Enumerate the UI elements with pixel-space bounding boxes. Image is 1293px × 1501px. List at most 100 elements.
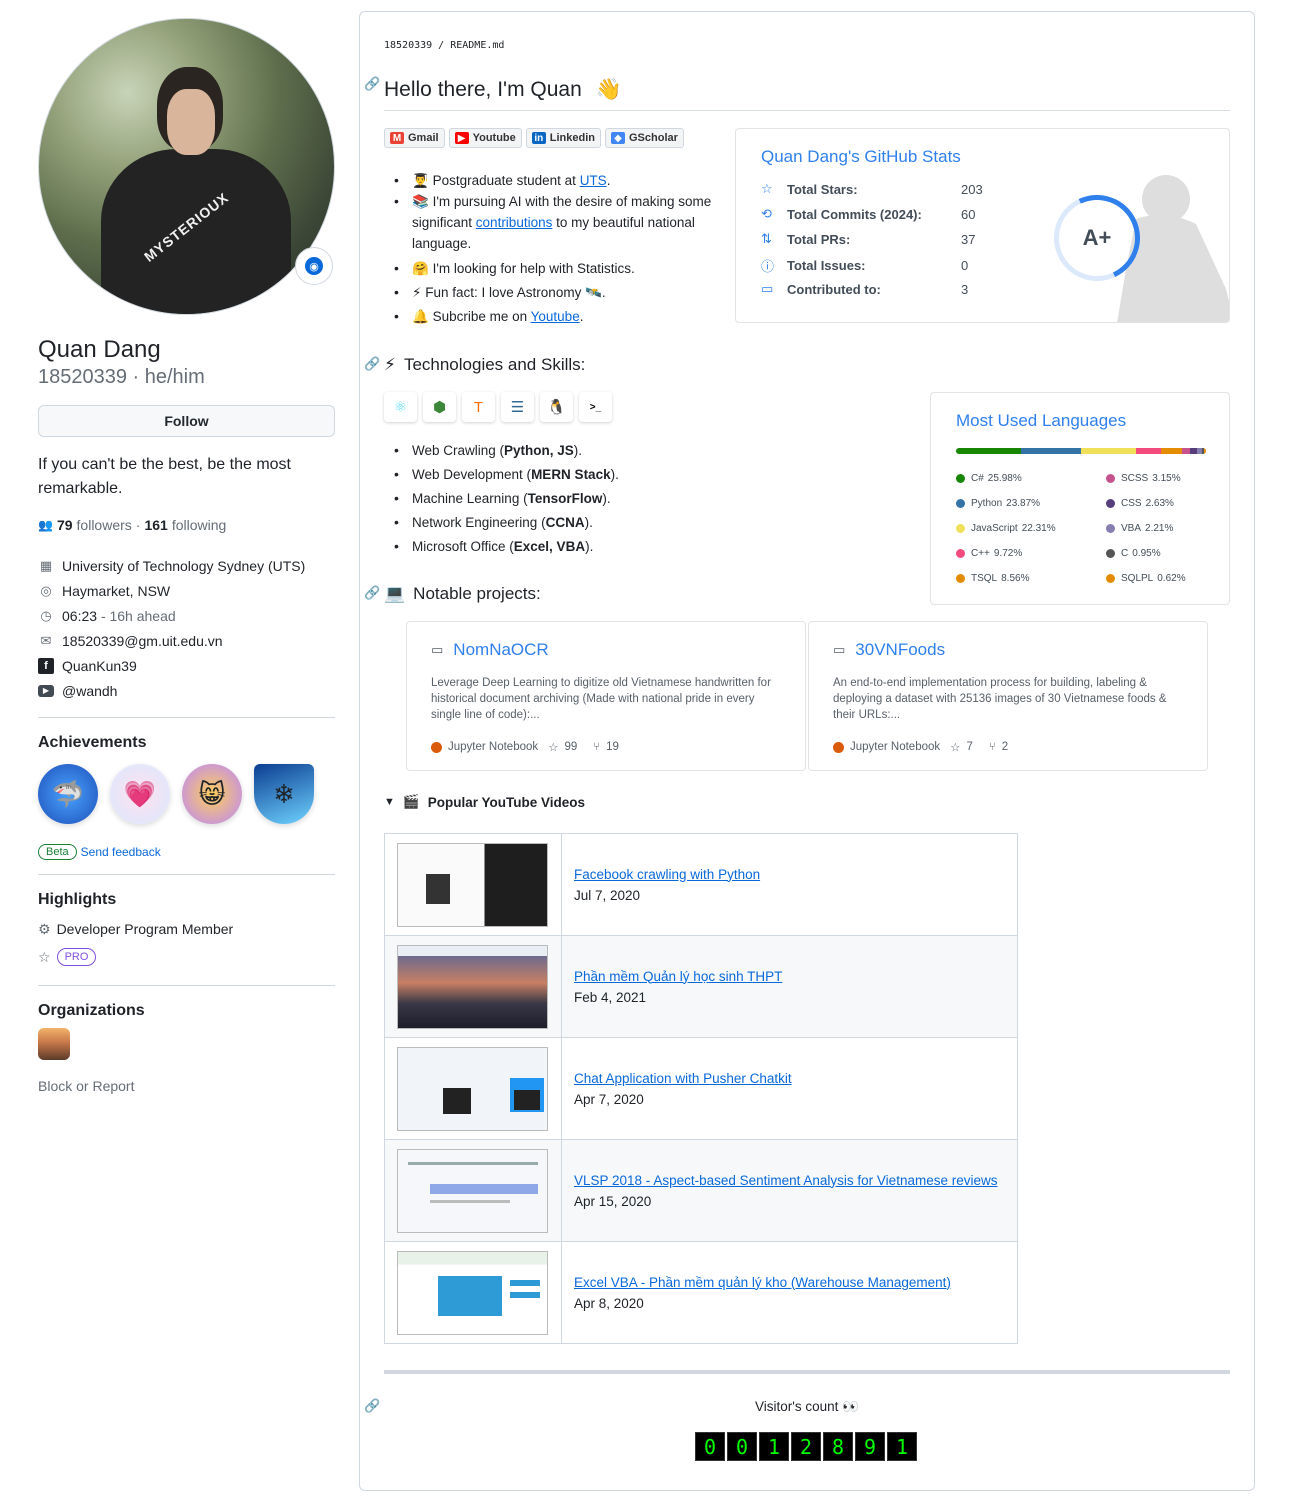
arctic-badge[interactable]: ❄ (254, 764, 314, 824)
block-report-link[interactable]: Block or Report (38, 1078, 335, 1094)
link-icon[interactable]: 🔗 (364, 76, 380, 92)
nodejs-icon: ⬢ (423, 392, 456, 422)
database-icon: ☰ (501, 392, 534, 422)
organization-avatar[interactable] (38, 1028, 70, 1060)
readme-greeting: Hello there, I'm Quan 👋 (384, 78, 622, 101)
language-item: Python 23.87% (956, 496, 1106, 510)
detail-facebook[interactable]: f QuanKun39 (38, 653, 335, 678)
link-icon[interactable]: 🔗 (364, 585, 380, 601)
heart-badge[interactable]: 💗 (110, 764, 170, 824)
video-title-link[interactable]: Excel VBA - Phần mềm quản lý kho (Wareho… (574, 1272, 1017, 1293)
video-title-link[interactable]: Facebook crawling with Python (574, 864, 1017, 885)
counter-digit: 2 (791, 1432, 821, 1461)
shield-youtube[interactable]: ▶ Youtube (448, 128, 522, 148)
uts-link[interactable]: UTS (580, 173, 607, 188)
readme-breadcrumb[interactable]: 18520339 / README.md (384, 40, 504, 51)
video-thumb-cell (384, 833, 562, 936)
language-segment (1136, 448, 1161, 454)
video-thumbnail[interactable] (397, 1148, 548, 1233)
shark-badge[interactable]: 🦈 (38, 764, 98, 824)
project-meta: Jupyter Notebook ☆ 99 ⑂ 19 (431, 740, 619, 754)
shield-label: Gmail (408, 132, 439, 144)
copilot-status-badge[interactable]: ◉ (295, 247, 333, 285)
skill-text: Microsoft Office ( (412, 539, 514, 554)
videos-summary-toggle[interactable]: ▼ 🎬 Popular YouTube Videos (384, 794, 585, 810)
video-thumbnail[interactable] (397, 842, 548, 927)
detail-email[interactable]: ✉ 18520339@gm.uit.edu.vn (38, 628, 335, 653)
language-percent: 2.63% (1145, 497, 1174, 509)
gmail-icon: M (390, 132, 404, 144)
shield-label: Linkedin (549, 132, 595, 144)
counter-digit: 0 (727, 1432, 757, 1461)
repo-icon: ▭ (833, 642, 846, 657)
about-item: ⚡ Fun fact: I love Astronomy 🛰️. (384, 282, 714, 303)
clock-icon: ◷ (40, 607, 52, 623)
language-name: C (1121, 547, 1129, 559)
followers-label[interactable]: followers (77, 517, 132, 533)
stats-value: 203 (961, 181, 983, 197)
stats-row: ▭ Contributed to: 3 (761, 281, 968, 297)
language-dot (956, 498, 965, 508)
pro-highlight: ☆ PRO (38, 943, 335, 971)
star-icon: ☆ (950, 742, 961, 754)
stats-label: Contributed to: (787, 281, 881, 297)
stats-value: 37 (961, 231, 976, 247)
counter-digit: 0 (695, 1432, 725, 1461)
skill-item: Microsoft Office (Excel, VBA). (384, 536, 744, 557)
video-row: Phần mềm Quản lý học sinh THPT Feb 4, 202… (384, 935, 1018, 1038)
project-card[interactable]: ▭ NomNaOCR Leverage Deep Learning to digi… (406, 621, 806, 771)
language-item: SCSS 3.15% (1106, 471, 1206, 485)
video-info-cell: Phần mềm Quản lý học sinh THPT Feb 4, 202… (561, 935, 1018, 1038)
avatar[interactable]: MYSTERIOUX (38, 18, 335, 315)
skill-item: Web Crawling (Python, JS). (384, 440, 744, 461)
following-count[interactable]: 161 (144, 517, 167, 533)
contributions-link[interactable]: contributions (476, 215, 553, 230)
detail-youtube[interactable]: ▶ @wandh (38, 678, 335, 703)
language-segment (1080, 448, 1137, 454)
language-name: SCSS (1121, 472, 1149, 484)
video-title-link[interactable]: VLSP 2018 - Aspect-based Sentiment Analy… (574, 1170, 1017, 1191)
language-item: C 0.95% (1106, 546, 1206, 560)
video-title-link[interactable]: Chat Application with Pusher Chatkit (574, 1068, 1017, 1089)
language-percent: 23.87% (1006, 497, 1041, 509)
skill-text: ). (602, 491, 611, 506)
video-title-link[interactable]: Phần mềm Quản lý học sinh THPT (574, 966, 1017, 987)
language-segment (1182, 448, 1190, 454)
language-percent: 22.31% (1021, 522, 1056, 534)
language-dot (1106, 573, 1115, 583)
star-icon: ☆ (548, 742, 559, 754)
link-icon[interactable]: 🔗 (364, 1398, 380, 1414)
shield-gscholar[interactable]: ◆ GScholar (605, 128, 684, 148)
terminal-icon: >_ (579, 392, 612, 422)
robot-icon: ◉ (305, 257, 323, 275)
achievements-feedback: Beta Send feedback (38, 844, 335, 860)
visitor-counter: 0012891 (695, 1432, 917, 1461)
cat-badge[interactable]: 😸 (182, 764, 242, 824)
about-item: 👨‍🎓 Postgraduate student at UTS. (384, 170, 714, 191)
star-icon: ☆ (38, 948, 51, 965)
video-thumbnail[interactable] (397, 1046, 548, 1131)
language-item: C++ 9.72% (956, 546, 1106, 560)
project-title[interactable]: NomNaOCR (453, 640, 548, 660)
languages-legend: C# 25.98% SCSS 3.15% Python 23.87% CSS 2.63% Jav… (956, 471, 1206, 585)
following-label[interactable]: following (172, 517, 226, 533)
star-icon: ☆ (761, 181, 773, 196)
video-thumbnail[interactable] (397, 1250, 548, 1335)
project-title[interactable]: 30VNFoods (855, 640, 945, 660)
youtube-link[interactable]: Youtube (531, 309, 580, 324)
readme-card: 18520339 / README.md 🔗 Hello there, I'm … (359, 11, 1255, 1491)
video-date: Jul 7, 2020 (574, 887, 641, 903)
shield-linkedin[interactable]: in Linkedin (525, 128, 601, 148)
shield-gmail[interactable]: M Gmail (384, 128, 445, 148)
followers-count[interactable]: 79 (57, 517, 73, 533)
project-card[interactable]: ▭ 30VNFoods An end-to-end implementation … (808, 621, 1208, 771)
video-thumbnail[interactable] (397, 944, 548, 1029)
tensorflow-icon: T (462, 392, 495, 422)
video-thumb-cell (384, 1139, 562, 1242)
stats-value: 3 (961, 281, 969, 297)
follow-button[interactable]: Follow (38, 405, 335, 437)
link-icon[interactable]: 🔗 (364, 356, 380, 372)
send-feedback-link[interactable]: Send feedback (81, 845, 161, 859)
video-thumb-cell (384, 935, 562, 1038)
repo-icon: ▭ (431, 642, 444, 657)
